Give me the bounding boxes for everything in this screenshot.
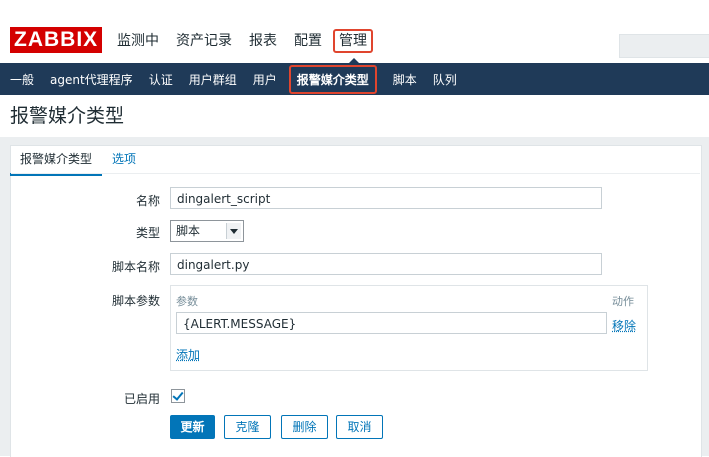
sub-nav: 一般 agent代理程序 认证 用户群组 用户 报警媒介类型 脚本 队列 [0, 63, 709, 95]
nav-inventory[interactable]: 资产记录 [176, 31, 232, 55]
subnav-authentication[interactable]: 认证 [149, 71, 173, 88]
subnav-queue[interactable]: 队列 [433, 71, 457, 88]
subnav-user-groups[interactable]: 用户群组 [189, 71, 237, 88]
remove-param-link[interactable]: 移除 [612, 317, 636, 334]
add-param-link[interactable]: 添加 [176, 346, 200, 363]
main-nav: 监测中 资产记录 报表 配置 管理 [117, 29, 390, 55]
subnav-general[interactable]: 一般 [10, 71, 34, 88]
tab-options[interactable]: 选项 [102, 148, 146, 176]
subnav-scripts[interactable]: 脚本 [393, 71, 417, 88]
script-name-label: 脚本名称 [111, 260, 160, 274]
type-label: 类型 [135, 226, 160, 240]
nav-configuration[interactable]: 配置 [294, 31, 322, 55]
update-button[interactable]: 更新 [170, 415, 215, 439]
params-column-header: 参数 [176, 295, 198, 308]
cancel-button[interactable]: 取消 [336, 415, 383, 439]
nav-reports[interactable]: 报表 [249, 31, 277, 55]
type-select[interactable]: 脚本 [170, 220, 244, 242]
page-title: 报警媒介类型 [10, 105, 125, 127]
top-header: ZABBIX 监测中 资产记录 报表 配置 管理 [0, 0, 709, 63]
action-column-header: 动作 [612, 295, 634, 308]
script-name-field[interactable]: dingalert.py [170, 253, 602, 275]
nav-monitoring[interactable]: 监测中 [117, 31, 159, 55]
form-tabs: 报警媒介类型 选项 [10, 148, 146, 176]
enabled-label: 已启用 [123, 392, 160, 406]
nav-administration[interactable]: 管理 [333, 29, 373, 53]
name-field[interactable]: dingalert_script [170, 187, 602, 209]
chevron-down-icon [226, 223, 241, 239]
script-param-field[interactable]: {ALERT.MESSAGE} [176, 312, 607, 334]
subnav-media-types[interactable]: 报警媒介类型 [288, 64, 377, 94]
tab-media-type[interactable]: 报警媒介类型 [10, 148, 103, 176]
tab-divider [11, 173, 700, 174]
zabbix-logo[interactable]: ZABBIX [10, 27, 103, 53]
script-params-label: 脚本参数 [111, 294, 160, 308]
enabled-checkbox[interactable] [171, 389, 185, 403]
search-input[interactable] [619, 34, 709, 58]
subnav-users[interactable]: 用户 [253, 71, 277, 88]
delete-button[interactable]: 删除 [281, 415, 328, 439]
type-select-value: 脚本 [176, 224, 201, 238]
name-label: 名称 [135, 194, 160, 208]
subnav-proxies[interactable]: agent代理程序 [50, 71, 133, 88]
clone-button[interactable]: 克隆 [224, 415, 271, 439]
